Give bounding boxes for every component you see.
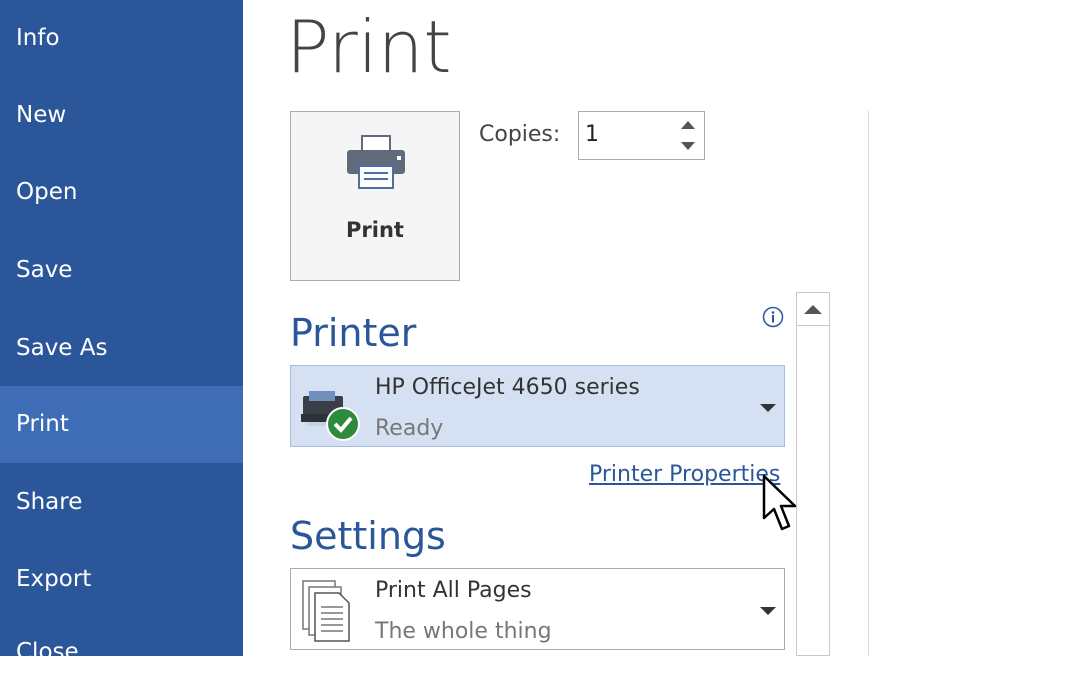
mouse-cursor-icon: [762, 474, 797, 531]
sidebar-item-save-as[interactable]: Save As: [0, 310, 243, 387]
sidebar-item-export[interactable]: Export: [0, 541, 243, 618]
print-button-label: Print: [346, 218, 404, 242]
sidebar-item-share[interactable]: Share: [0, 464, 243, 541]
printer-ready-icon: [301, 391, 360, 441]
sidebar-item-info[interactable]: Info: [0, 0, 243, 77]
scroll-up-button[interactable]: [797, 293, 829, 326]
pages-icon: [302, 580, 350, 642]
sidebar-item-print[interactable]: Print: [0, 386, 243, 463]
preview-divider: [868, 111, 869, 656]
printer-icon: [347, 135, 405, 189]
info-icon[interactable]: [762, 306, 784, 328]
printer-name: HP OfficeJet 4650 series: [375, 375, 640, 400]
backstage-sidebar: Info New Open Save Save As Print Share E…: [0, 0, 243, 665]
chevron-up-icon: [804, 305, 822, 314]
sidebar-item-new[interactable]: New: [0, 77, 243, 154]
printer-properties-link[interactable]: Printer Properties: [589, 462, 780, 487]
printer-dropdown[interactable]: HP OfficeJet 4650 series Ready: [290, 365, 785, 447]
print-pages-dropdown[interactable]: Print All Pages The whole thing: [290, 568, 785, 650]
chevron-down-icon[interactable]: [759, 605, 777, 617]
printer-status: Ready: [375, 416, 444, 441]
spin-up-icon[interactable]: [679, 118, 697, 132]
printer-heading: Printer: [290, 311, 417, 355]
copies-value[interactable]: 1: [585, 122, 599, 147]
spin-down-icon[interactable]: [679, 139, 697, 153]
sidebar-item-save[interactable]: Save: [0, 232, 243, 309]
pages-description: The whole thing: [375, 619, 552, 644]
copies-stepper[interactable]: 1: [578, 111, 705, 160]
pages-option: Print All Pages: [375, 578, 532, 603]
copies-label: Copies:: [479, 122, 561, 147]
print-button[interactable]: Print: [290, 111, 460, 281]
sidebar-item-open[interactable]: Open: [0, 154, 243, 231]
chevron-down-icon[interactable]: [759, 402, 777, 414]
settings-heading: Settings: [290, 514, 446, 558]
page-title: Print: [286, 5, 452, 89]
sidebar-item-close[interactable]: Close: [0, 614, 243, 691]
